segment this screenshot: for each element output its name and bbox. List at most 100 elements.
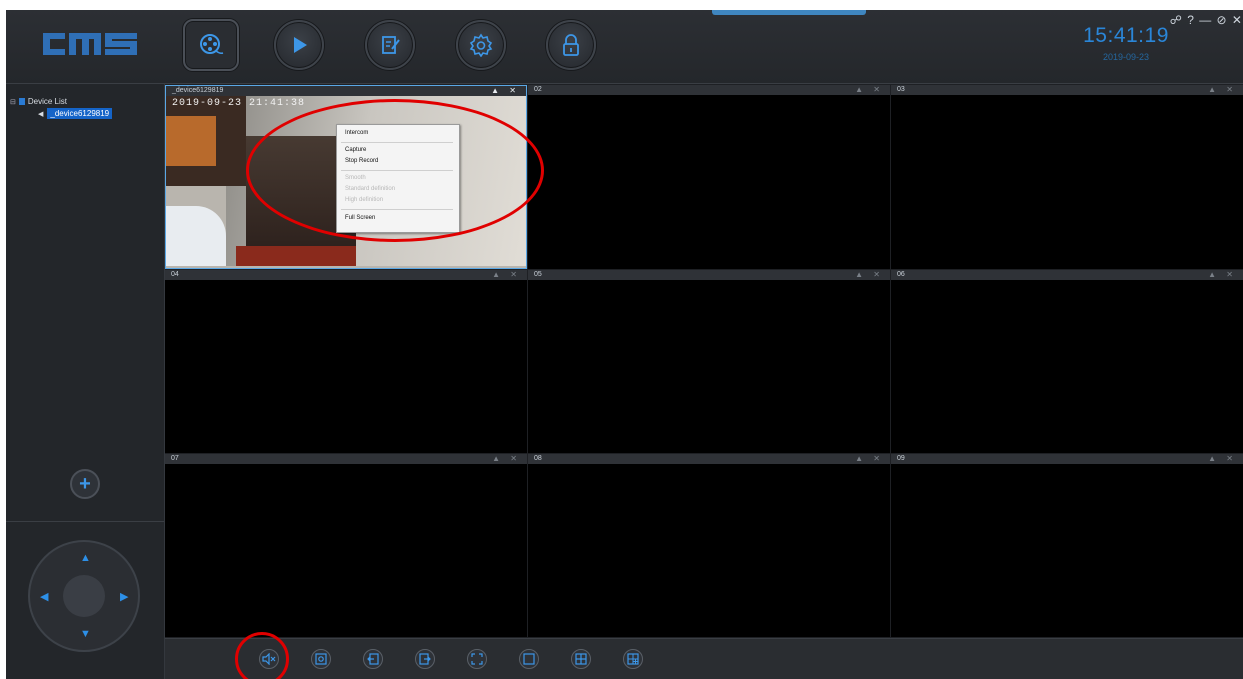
cell-header: 09 ▲ ✕ [891,454,1243,464]
window-controls[interactable]: ☍ ? — ⊘ ✕ [1170,13,1243,27]
ptz-center-button[interactable] [63,575,105,617]
speaker-icon: ◀ [38,110,44,118]
cell-header: 04 ▲ ✕ [165,270,527,280]
play-icon [294,37,307,53]
video-cell-6[interactable]: 06 ▲ ✕ [891,270,1243,453]
cell-header: 02 ▲ ✕ [528,85,890,95]
video-cell-4[interactable]: 04 ▲ ✕ [165,270,527,453]
cell-header: 06 ▲ ✕ [891,270,1243,280]
ptz-left-icon[interactable]: ◀ [40,590,48,603]
fullscreen-button[interactable] [467,649,487,669]
device-panel: ⊟ Device List ◀ _device6129819 + ▲ ▼ ◀ ▶ [6,84,165,679]
cell-header: 08 ▲ ✕ [528,454,890,464]
clock-date: 2019-09-23 [1102,52,1150,62]
next-page-button[interactable] [415,649,435,669]
video-cell-7[interactable]: 07 ▲ ✕ [165,454,527,637]
cms-window: 15:41:19 2019-09-23 ☍ ? — ⊘ ✕ ⊟ Device L… [6,10,1243,679]
cell-title: 04 [171,271,179,278]
bottom-toolbar [165,638,1243,679]
video-cell-3[interactable]: 03 ▲ ✕ [891,85,1243,269]
cell-title: 08 [534,455,542,462]
camera-foreground [166,206,226,266]
device-item[interactable]: ◀ _device6129819 [38,108,113,119]
cell-title: 09 [897,455,905,462]
cell-controls[interactable]: ▲ ✕ [492,270,521,280]
ptz-divider [6,521,164,522]
page-next-icon [419,653,431,665]
edit-note-icon [382,36,400,54]
cell-controls[interactable]: ▲ ✕ [855,85,884,95]
cell-header: 05 ▲ ✕ [528,270,890,280]
ptz-up-icon[interactable]: ▲ [80,552,91,564]
menu-item-smooth: Smooth [345,175,366,181]
ptz-down-icon[interactable]: ▼ [80,628,91,640]
page-prev-icon [367,653,379,665]
quad-view-icon [575,653,587,665]
menu-item-full-screen[interactable]: Full Screen [345,215,375,221]
snapshot-button[interactable] [311,649,331,669]
layout-single-button[interactable] [519,649,539,669]
nav-playback-button[interactable] [274,20,324,70]
snapshot-icon [315,653,327,665]
device-list-root[interactable]: ⊟ Device List [10,97,67,106]
nav-live-view-button[interactable] [183,19,239,71]
cell-header: 03 ▲ ✕ [891,85,1243,95]
device-item-label: _device6129819 [47,108,113,119]
cell-title: 06 [897,271,905,278]
cell-controls[interactable]: ▲ ✕ [491,86,520,96]
collapse-icon[interactable]: ⊟ [10,98,16,106]
plus-icon: + [79,472,91,495]
menu-separator [341,142,453,143]
cell-title: _device6129819 [172,87,224,94]
cell-header: 07 ▲ ✕ [165,454,527,464]
cell-controls[interactable]: ▲ ✕ [1208,454,1237,464]
camera-object [166,116,216,166]
mute-speaker-icon [262,653,276,665]
camera-timestamp: 2019-09-23 21:41:38 [172,98,306,109]
add-device-button[interactable]: + [70,469,100,499]
ptz-control: ▲ ▼ ◀ ▶ [28,540,140,652]
padlock-icon [563,34,579,56]
nav-lock-button[interactable] [546,20,596,70]
layout-quad-button[interactable] [571,649,591,669]
device-list-label: Device List [27,97,67,106]
prev-page-button[interactable] [363,649,383,669]
cell-controls[interactable]: ▲ ✕ [1208,85,1237,95]
video-cell-8[interactable]: 08 ▲ ✕ [528,454,890,637]
cell-title: 05 [534,271,542,278]
top-accent-strip [712,10,866,15]
menu-separator [341,209,453,210]
camera-cables [236,246,356,266]
cell-controls[interactable]: ▲ ✕ [855,270,884,280]
menu-separator [341,170,453,171]
gear-icon [469,33,493,57]
clock-time: 15:41:19 [1083,24,1169,47]
cms-logo [43,33,137,55]
mute-button[interactable] [259,649,279,669]
ptz-right-icon[interactable]: ▶ [120,590,128,603]
cell-controls[interactable]: ▲ ✕ [1208,270,1237,280]
single-view-icon [523,653,535,665]
menu-item-stop-record[interactable]: Stop Record [345,158,378,164]
fullscreen-icon [471,653,483,665]
film-reel-icon [200,34,224,54]
cell-header: _device6129819 ▲ ✕ [166,86,526,96]
nav-settings-button[interactable] [456,20,506,70]
cell-controls[interactable]: ▲ ✕ [492,454,521,464]
cell-title: 07 [171,455,179,462]
layout-multi-button[interactable] [623,649,643,669]
top-bar: 15:41:19 2019-09-23 ☍ ? — ⊘ ✕ [6,10,1243,84]
menu-item-high-definition: High definition [345,197,384,203]
multi-view-icon [627,653,639,665]
video-grid: _device6129819 ▲ ✕ 2019-09-23 21:41:38 0… [165,85,1243,637]
video-cell-2[interactable]: 02 ▲ ✕ [528,85,890,269]
menu-item-capture[interactable]: Capture [345,147,366,153]
menu-item-intercom[interactable]: Intercom [345,130,368,136]
video-cell-5[interactable]: 05 ▲ ✕ [528,270,890,453]
cell-title: 02 [534,86,542,93]
cell-controls[interactable]: ▲ ✕ [855,454,884,464]
video-cell-9[interactable]: 09 ▲ ✕ [891,454,1243,637]
nav-log-button[interactable] [365,20,415,70]
menu-item-standard-definition: Standard definition [345,186,396,192]
context-menu: Intercom Capture Stop Record Smooth Stan… [336,124,460,233]
